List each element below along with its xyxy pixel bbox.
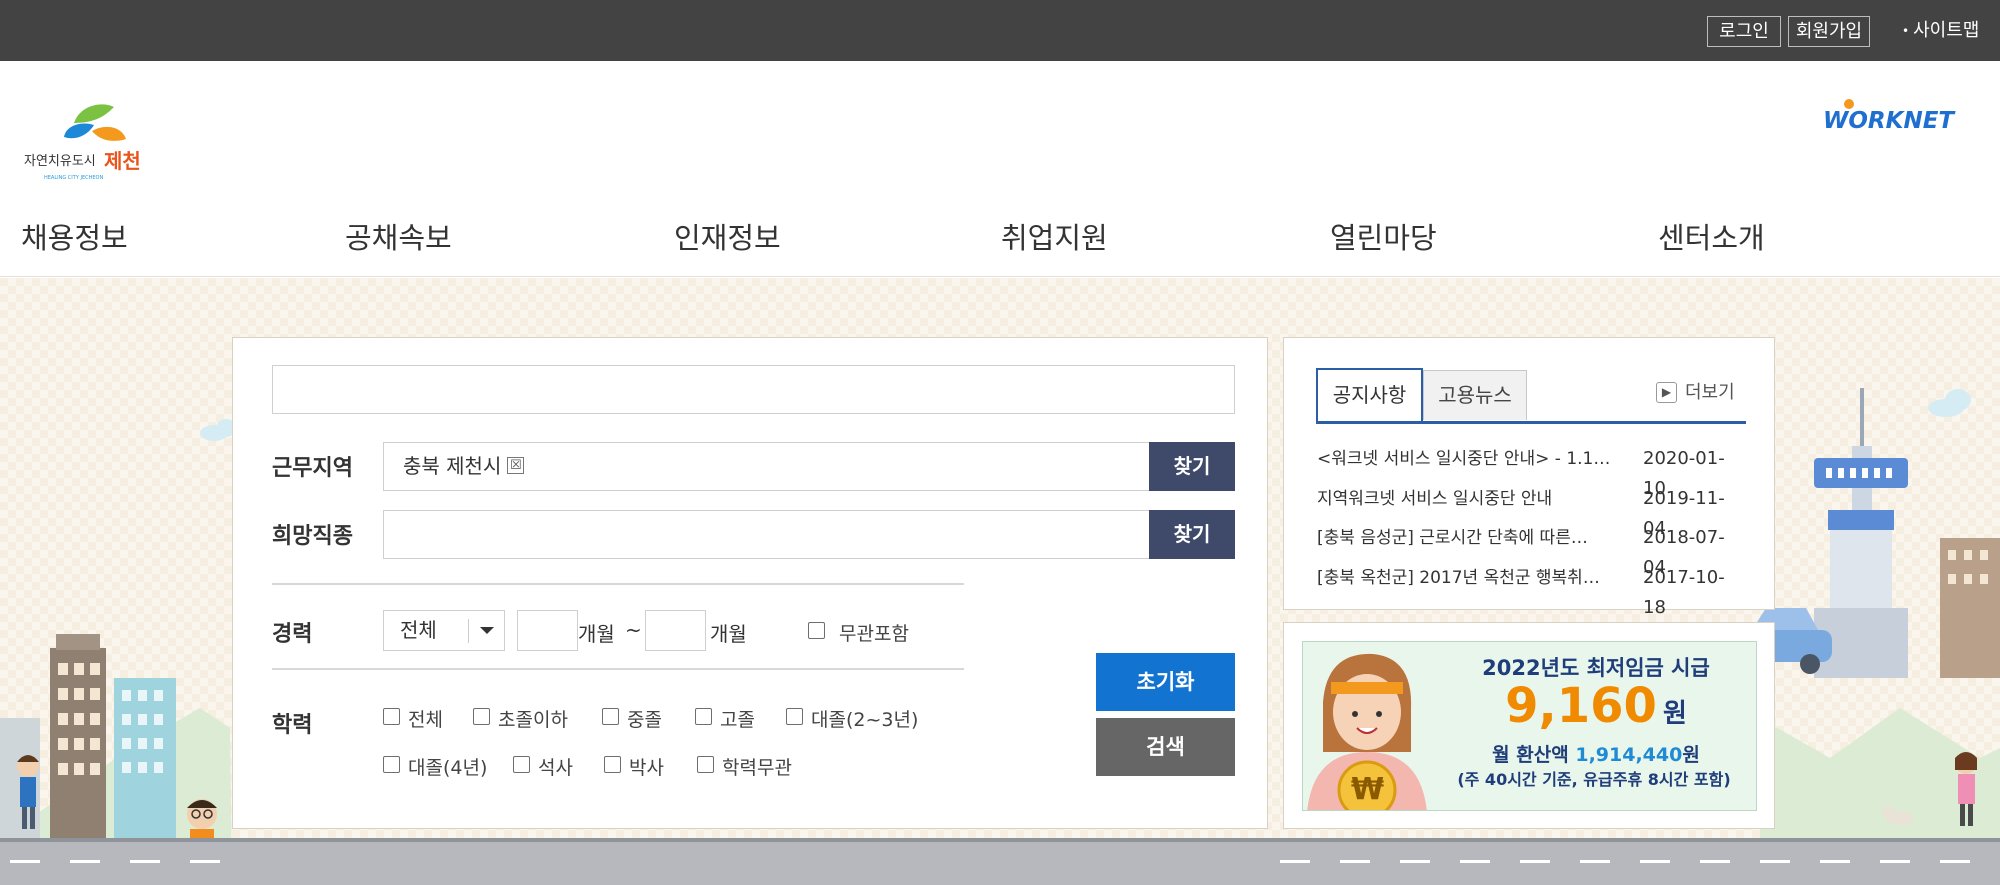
notice-title[interactable]: [충북 음성군] 근로시간 단축에 따른…	[1317, 523, 1625, 553]
search-button[interactable]: 검색	[1096, 718, 1235, 776]
top-utility-bar: 로그인 회원가입 • 사이트맵	[0, 0, 2000, 61]
tab-employment-news[interactable]: 고용뉴스	[1423, 370, 1527, 420]
minimum-wage-banner[interactable]: ₩ 2022년도 최저임금 시급 9,160 원 월 환산액 1,914,440원…	[1302, 641, 1757, 811]
notice-panel: 공지사항 고용뉴스 ▶ 더보기 <워크넷 서비스 일시중단 안내> - 1.1… …	[1283, 337, 1775, 618]
nav-item-open-forum[interactable]: 열린마당	[1330, 203, 1437, 273]
tab-underline	[1316, 421, 1746, 424]
notice-title[interactable]: [충북 옥천군] 2017년 옥천군 행복취…	[1317, 563, 1625, 593]
edu-checkbox-high[interactable]	[695, 708, 712, 725]
edu-checkbox-any[interactable]	[697, 756, 714, 773]
job-search-panel: 근무지역 충북 제천시 ☒ 찾기 희망직종 찾기 경력 전체 개월 ~ 개월 무관…	[232, 337, 1268, 829]
banner-panel: ₩ 2022년도 최저임금 시급 9,160 원 월 환산액 1,914,440원…	[1283, 622, 1775, 829]
jecheon-logo-icon: 자연치유도시 제천 HEALING CITY JECHEON	[24, 104, 141, 181]
career-select[interactable]: 전체	[383, 610, 505, 651]
edu-label-college: 대졸(2~3년)	[811, 709, 919, 731]
edu-checkbox-doctorate[interactable]	[604, 756, 621, 773]
notice-date: 2017-10-18	[1643, 567, 1725, 618]
education-label: 학력	[272, 713, 313, 738]
bullet-icon: •	[1902, 24, 1910, 38]
nav-item-talent-info[interactable]: 인재정보	[674, 203, 781, 273]
banner-note: (주 40시간 기준, 유급주휴 8시간 포함)	[1457, 770, 1731, 789]
list-item[interactable]: [충북 음성군] 근로시간 단축에 따른… 2018-07-04	[1317, 523, 1747, 578]
join-link[interactable]: 회원가입	[1788, 16, 1870, 47]
career-label: 경력	[272, 622, 313, 647]
login-link[interactable]: 로그인	[1707, 16, 1781, 47]
notice-title[interactable]: 지역워크넷 서비스 일시중단 안내	[1317, 484, 1625, 514]
worknet-logo[interactable]: WORKNET	[1823, 95, 1973, 135]
edu-checkbox-university[interactable]	[383, 756, 400, 773]
sitemap-label: 사이트맵	[1913, 20, 1980, 41]
site-header: 자연치유도시 제천 HEALING CITY JECHEON WORKNET 채…	[0, 61, 2000, 277]
list-item[interactable]: 지역워크넷 서비스 일시중단 안내 2019-11-04	[1317, 484, 1747, 539]
chevron-right-icon: ▶	[1656, 382, 1677, 403]
edu-checkbox-college[interactable]	[786, 708, 803, 725]
edu-label-masters: 석사	[538, 757, 573, 779]
notice-title[interactable]: <워크넷 서비스 일시중단 안내> - 1.1…	[1317, 444, 1625, 474]
keyword-input[interactable]	[272, 365, 1235, 414]
nav-item-center-intro[interactable]: 센터소개	[1658, 203, 1765, 273]
career-irrelevant-label: 무관포함	[839, 623, 909, 645]
nav-item-recruit-news[interactable]: 공채속보	[345, 203, 452, 273]
range-separator: ~	[625, 618, 642, 642]
edu-checkbox-all[interactable]	[383, 708, 400, 725]
remove-tag-icon[interactable]: ☒	[507, 457, 525, 474]
banner-amount: 9,160 원	[1505, 678, 1687, 734]
won-coin-icon: ₩	[1351, 772, 1385, 807]
banner-monthly: 월 환산액 1,914,440원	[1492, 744, 1700, 766]
worknet-logo-icon: WORKNET	[1823, 99, 1956, 134]
reset-button[interactable]: 초기화	[1096, 653, 1235, 711]
edu-label-university: 대졸(4년)	[408, 757, 488, 779]
edu-checkbox-elementary[interactable]	[473, 708, 490, 725]
list-item[interactable]: <워크넷 서비스 일시중단 안내> - 1.1… 2020-01-10	[1317, 444, 1747, 499]
divider	[272, 583, 964, 585]
edu-label-doctorate: 박사	[629, 757, 664, 779]
edu-label-elementary: 초졸이하	[498, 709, 568, 731]
job-type-find-button[interactable]: 찾기	[1149, 510, 1235, 559]
edu-checkbox-middle[interactable]	[602, 708, 619, 725]
more-link[interactable]: ▶ 더보기	[1656, 382, 1735, 404]
nav-item-employment-support[interactable]: 취업지원	[1001, 203, 1108, 273]
main-nav: 채용정보 공채속보 인재정보 취업지원 열린마당 센터소개	[0, 203, 2000, 273]
career-min-months-input[interactable]	[517, 610, 578, 651]
edu-label-high: 고졸	[720, 709, 755, 731]
edu-checkbox-masters[interactable]	[513, 756, 530, 773]
chevron-down-icon	[480, 627, 494, 634]
svg-text:제천: 제천	[104, 149, 141, 173]
career-max-months-input[interactable]	[645, 610, 706, 651]
job-type-label: 희망직종	[272, 524, 353, 549]
edu-label-any: 학력무관	[722, 757, 792, 779]
nav-item-job-info[interactable]: 채용정보	[21, 203, 128, 273]
job-type-field[interactable]	[383, 510, 1150, 559]
jecheon-logo[interactable]: 자연치유도시 제천 HEALING CITY JECHEON	[22, 95, 172, 185]
edu-label-middle: 중졸	[627, 709, 662, 731]
month-unit-label: 개월	[710, 622, 747, 646]
list-item[interactable]: [충북 옥천군] 2017년 옥천군 행복취… 2017-10-18	[1317, 563, 1747, 618]
career-irrelevant-checkbox[interactable]	[808, 622, 825, 639]
divider	[272, 668, 964, 670]
edu-label-all: 전체	[408, 709, 443, 731]
svg-text:자연치유도시: 자연치유도시	[24, 154, 96, 169]
tab-notices[interactable]: 공지사항	[1316, 368, 1423, 422]
month-unit-label: 개월	[578, 622, 615, 646]
region-label: 근무지역	[272, 456, 353, 481]
region-field[interactable]: 충북 제천시 ☒	[383, 442, 1150, 491]
sitemap-link[interactable]: • 사이트맵	[1902, 16, 1979, 46]
region-find-button[interactable]: 찾기	[1149, 442, 1235, 491]
region-tag: 충북 제천시 ☒	[403, 443, 525, 490]
svg-text:HEALING CITY JECHEON: HEALING CITY JECHEON	[44, 175, 103, 181]
